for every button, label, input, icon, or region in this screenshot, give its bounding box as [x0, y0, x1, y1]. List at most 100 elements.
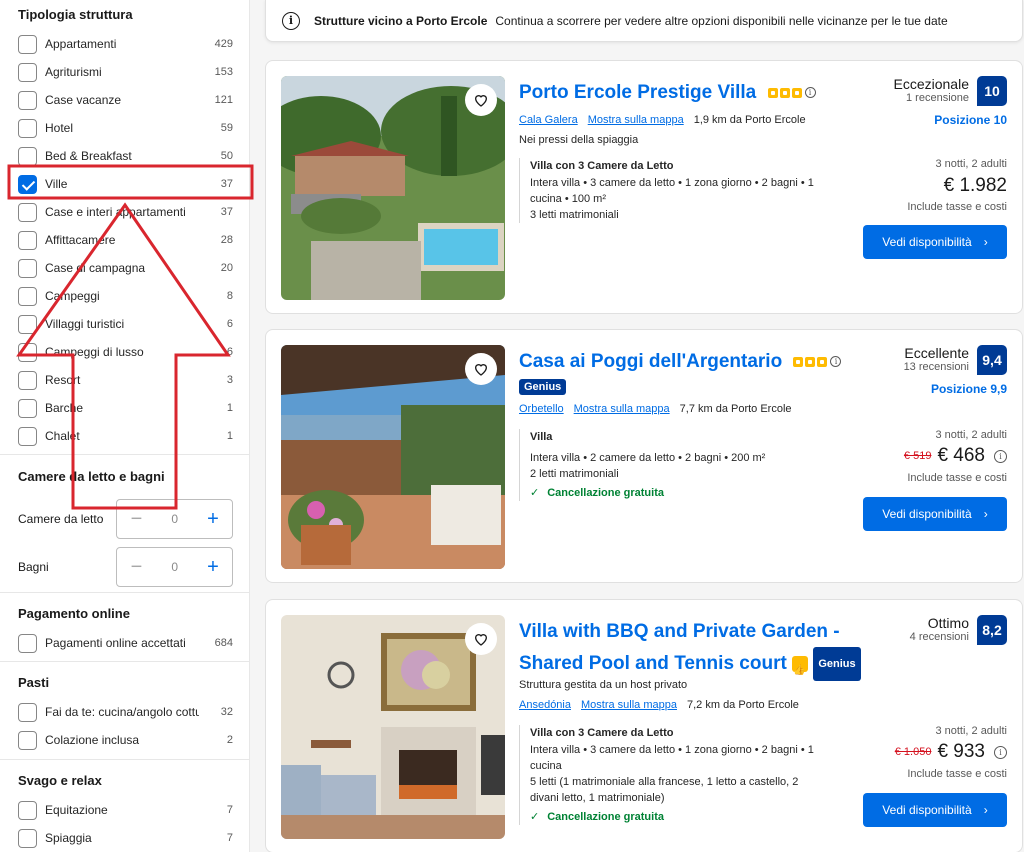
- filter-option[interactable]: Case vacanze 121: [18, 86, 233, 114]
- filter-option[interactable]: Agriturismi 153: [18, 58, 233, 86]
- checkbox[interactable]: [18, 314, 37, 334]
- review-block[interactable]: Eccezionale 1 recensione 10: [893, 76, 1007, 106]
- map-link[interactable]: Mostra sulla mappa: [581, 699, 677, 711]
- bathrooms-stepper[interactable]: − 0 +: [116, 547, 233, 587]
- info-icon[interactable]: i: [994, 449, 1007, 463]
- review-word: Ottimo: [927, 615, 969, 631]
- checkbox-checked[interactable]: [18, 174, 37, 194]
- location-score: Posizione 10: [934, 113, 1007, 127]
- plus-icon[interactable]: +: [204, 509, 222, 529]
- filter-option[interactable]: Ville 37: [18, 170, 233, 198]
- property-photo[interactable]: [281, 76, 505, 300]
- review-block[interactable]: Ottimo 4 recensioni 8,2: [910, 615, 1007, 645]
- bathrooms-label: Bagni: [18, 560, 49, 574]
- checkbox[interactable]: [18, 34, 37, 54]
- property-photo[interactable]: [281, 615, 505, 839]
- filter-option[interactable]: Spiaggia 7: [18, 824, 233, 852]
- checkbox[interactable]: [18, 90, 37, 110]
- filter-option[interactable]: Case e interi appartamenti 37: [18, 198, 233, 226]
- filter-option[interactable]: Chalet 1: [18, 422, 233, 450]
- heart-icon[interactable]: [465, 84, 497, 116]
- filter-option[interactable]: Campeggi 8: [18, 282, 233, 310]
- taxes-note: Include tasse e costi: [907, 201, 1007, 213]
- filter-option[interactable]: Bed & Breakfast 50: [18, 142, 233, 170]
- unit-description: Intera villa • 3 camere da letto • 1 zon…: [530, 177, 814, 205]
- checkbox[interactable]: [18, 342, 37, 362]
- stay-length: 3 notti, 2 adulti: [935, 158, 1007, 170]
- minus-icon[interactable]: −: [127, 557, 145, 577]
- filter-count: 32: [220, 706, 233, 718]
- unit-description: Intera villa • 3 camere da letto • 1 zon…: [530, 744, 814, 772]
- location-link[interactable]: Orbetello: [519, 403, 564, 415]
- filter-option[interactable]: Affittacamere 28: [18, 226, 233, 254]
- checkbox[interactable]: [18, 633, 37, 653]
- near-beach: Nei pressi della spiaggia: [519, 134, 639, 146]
- checkbox[interactable]: [18, 202, 37, 222]
- property-title[interactable]: Porto Ercole Prestige Villa i: [519, 78, 816, 108]
- filter-option[interactable]: Pagamenti online accettati 684: [18, 629, 233, 657]
- bedrooms-stepper[interactable]: − 0 +: [116, 499, 233, 539]
- checkbox[interactable]: [18, 800, 37, 820]
- filter-label: Equitazione: [45, 803, 108, 817]
- plus-icon[interactable]: +: [204, 557, 222, 577]
- map-link[interactable]: Mostra sulla mappa: [574, 403, 670, 415]
- checkbox[interactable]: [18, 398, 37, 418]
- location-link[interactable]: Cala Galera: [519, 114, 578, 126]
- star-icon: [805, 356, 816, 367]
- heart-icon[interactable]: [465, 623, 497, 655]
- filter-option[interactable]: Campeggi di lusso 6: [18, 338, 233, 366]
- filter-option[interactable]: Case di campagna 20: [18, 254, 233, 282]
- checkbox[interactable]: [18, 286, 37, 306]
- filter-option[interactable]: Villaggi turistici 6: [18, 310, 233, 338]
- unit-info: Villa Intera villa • 2 camere da letto •…: [519, 429, 819, 501]
- checkbox[interactable]: [18, 702, 37, 722]
- star-icon: [767, 87, 778, 98]
- filter-count: 2: [226, 734, 233, 746]
- checkbox[interactable]: [18, 230, 37, 250]
- property-title-line2[interactable]: Shared Pool and Tennis court: [519, 653, 787, 674]
- checkbox[interactable]: [18, 118, 37, 138]
- filter-label: Appartamenti: [45, 37, 117, 51]
- heart-icon[interactable]: [465, 353, 497, 385]
- property-photo[interactable]: [281, 345, 505, 569]
- minus-icon[interactable]: −: [127, 509, 145, 529]
- property-title[interactable]: Villa with BBQ and Private Garden - Shar…: [519, 617, 861, 686]
- checkbox[interactable]: [18, 370, 37, 390]
- map-link[interactable]: Mostra sulla mappa: [588, 114, 684, 126]
- star-rating: [793, 356, 828, 367]
- info-icon: i: [282, 11, 300, 30]
- filter-label: Villaggi turistici: [45, 317, 125, 331]
- filter-option[interactable]: Colazione inclusa 2: [18, 726, 233, 754]
- price: € 519 € 468 i: [904, 445, 1007, 467]
- genius-badge-wrap: Genius: [519, 378, 567, 396]
- property-title-text[interactable]: Casa ai Poggi dell'Argentario: [519, 351, 782, 372]
- see-availability-button[interactable]: Vedi disponibilità ›: [863, 793, 1007, 827]
- review-word: Eccezionale: [893, 76, 970, 92]
- filter-option[interactable]: Equitazione 7: [18, 796, 233, 824]
- filter-option[interactable]: Fai da te: cucina/angolo cottura 32: [18, 698, 233, 726]
- property-title[interactable]: Casa ai Poggi dell'Argentario i: [519, 347, 842, 377]
- checkbox[interactable]: [18, 258, 37, 278]
- filter-option[interactable]: Hotel 59: [18, 114, 233, 142]
- info-icon[interactable]: i: [804, 87, 816, 99]
- info-icon[interactable]: i: [830, 356, 842, 368]
- see-availability-button[interactable]: Vedi disponibilità ›: [863, 497, 1007, 531]
- review-count: 4 recensioni: [909, 631, 969, 643]
- genius-badge: Genius: [519, 378, 567, 395]
- filter-option[interactable]: Barche 1: [18, 394, 233, 422]
- checkbox[interactable]: [18, 62, 37, 82]
- see-availability-button[interactable]: Vedi disponibilità ›: [863, 225, 1007, 259]
- checkbox[interactable]: [18, 730, 37, 750]
- filter-option[interactable]: Appartamenti 429: [18, 30, 233, 58]
- checkbox[interactable]: [18, 146, 37, 166]
- filter-option[interactable]: Resort 3: [18, 366, 233, 394]
- review-block[interactable]: Eccellente 13 recensioni 9,4: [904, 345, 1007, 375]
- property-title-line1[interactable]: Villa with BBQ and Private Garden -: [519, 617, 861, 647]
- checkbox[interactable]: [18, 426, 37, 446]
- filter-count: 121: [214, 94, 233, 106]
- info-icon[interactable]: i: [994, 745, 1007, 759]
- location-link[interactable]: Ansedónia: [519, 699, 571, 711]
- checkbox[interactable]: [18, 828, 37, 848]
- review-score: 10: [977, 76, 1007, 106]
- property-title-text[interactable]: Porto Ercole Prestige Villa: [519, 82, 756, 103]
